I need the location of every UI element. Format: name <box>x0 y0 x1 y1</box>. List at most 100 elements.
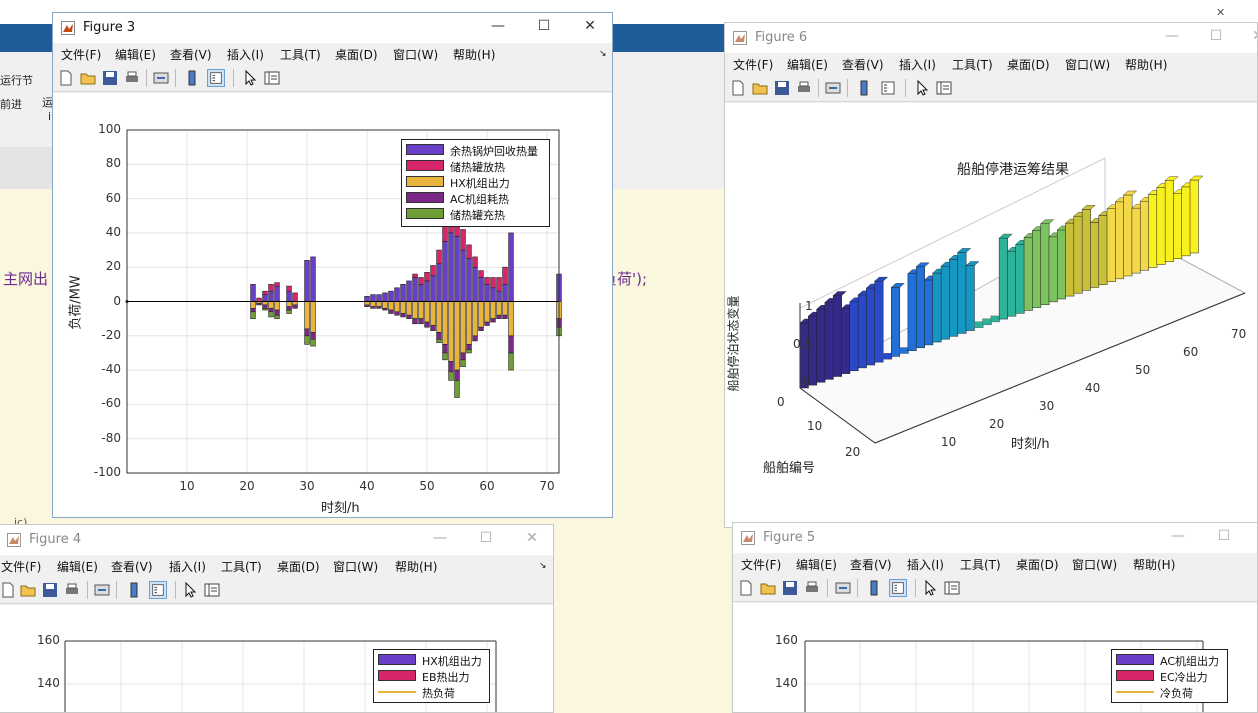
menu-file[interactable]: 文件(F) <box>733 56 773 73</box>
menu-desktop[interactable]: 桌面(D) <box>1007 56 1050 73</box>
menu-window[interactable]: 窗口(W) <box>1065 56 1110 73</box>
ribbon-run-section[interactable]: 运行节 <box>0 72 33 88</box>
figure5-window[interactable]: Figure 5 — ☐ 文件(F) 编辑(E) 查看(V) 插入(I) 工具(… <box>732 522 1258 713</box>
legend-entry[interactable]: HX机组出力 <box>378 653 493 668</box>
legend-entry[interactable]: 冷负荷 <box>1116 685 1231 700</box>
link-plot-icon[interactable] <box>834 579 852 597</box>
close-button[interactable]: ✕ <box>1243 28 1257 44</box>
open-folder-icon[interactable] <box>19 581 37 599</box>
figure6-titlebar[interactable]: Figure 6 — ☐ ✕ <box>725 23 1257 53</box>
menu-tools[interactable]: 工具(T) <box>952 56 993 73</box>
print-icon[interactable] <box>795 79 813 97</box>
menu-view[interactable]: 查看(V) <box>111 558 153 575</box>
link-plot-icon[interactable] <box>824 79 842 97</box>
legend-icon[interactable] <box>207 69 225 87</box>
print-icon[interactable] <box>63 581 81 599</box>
colorbar-icon[interactable] <box>865 579 883 597</box>
legend-icon[interactable] <box>149 581 167 599</box>
legend-entry[interactable]: 热负荷 <box>378 685 493 700</box>
maximize-button[interactable]: ☐ <box>1209 528 1239 544</box>
open-folder-icon[interactable] <box>751 79 769 97</box>
legend-entry[interactable]: 储热罐充热 <box>406 207 553 222</box>
menu-help[interactable]: 帮助(H) <box>1125 56 1167 73</box>
menu-edit[interactable]: 编辑(E) <box>787 56 828 73</box>
print-icon[interactable] <box>803 579 821 597</box>
legend-entry[interactable]: AC机组耗热 <box>406 191 553 206</box>
colorbar-icon[interactable] <box>183 69 201 87</box>
menu-view[interactable]: 查看(V) <box>170 46 212 63</box>
property-editor-icon[interactable] <box>943 579 961 597</box>
property-editor-icon[interactable] <box>203 581 221 599</box>
save-icon[interactable] <box>41 581 59 599</box>
menu-tools[interactable]: 工具(T) <box>960 556 1001 573</box>
menu-window[interactable]: 窗口(W) <box>333 558 378 575</box>
figure3-titlebar[interactable]: Figure 3 — ☐ ✕ <box>53 13 612 43</box>
chart-legend[interactable]: 余热锅炉回收热量 储热罐放热 HX机组出力 AC机组耗热 储热罐充热 <box>401 139 550 227</box>
menu-desktop[interactable]: 桌面(D) <box>1016 556 1059 573</box>
open-folder-icon[interactable] <box>759 579 777 597</box>
menu-desktop[interactable]: 桌面(D) <box>277 558 320 575</box>
maximize-button[interactable]: ☐ <box>529 18 559 34</box>
chart-legend[interactable]: HX机组出力 EB热出力 热负荷 <box>373 649 490 703</box>
menu-view[interactable]: 查看(V) <box>842 56 884 73</box>
pointer-arrow-icon[interactable] <box>913 79 931 97</box>
minimize-button[interactable]: — <box>1163 528 1193 544</box>
save-icon[interactable] <box>101 69 119 87</box>
close-button[interactable]: ✕ <box>517 530 547 546</box>
save-icon[interactable] <box>781 579 799 597</box>
figure3-window[interactable]: Figure 3 — ☐ ✕ 文件(F) 编辑(E) 查看(V) 插入(I) 工… <box>52 12 613 518</box>
menu-tools[interactable]: 工具(T) <box>280 46 321 63</box>
menu-file[interactable]: 文件(F) <box>741 556 781 573</box>
figure4-window[interactable]: Figure 4 — ☐ ✕ 文件(F) 编辑(E) 查看(V) 插入(I) 工… <box>0 524 554 713</box>
figure4-titlebar[interactable]: Figure 4 — ☐ ✕ <box>0 525 553 555</box>
maximize-button[interactable]: ☐ <box>471 530 501 546</box>
pointer-arrow-icon[interactable] <box>921 579 939 597</box>
menubar-expand-icon[interactable]: ↘ <box>599 49 607 59</box>
pointer-arrow-icon[interactable] <box>241 69 259 87</box>
menu-insert[interactable]: 插入(I) <box>227 46 264 63</box>
minimize-button[interactable]: — <box>425 530 455 546</box>
new-figure-icon[interactable] <box>57 69 75 87</box>
menu-edit[interactable]: 编辑(E) <box>115 46 156 63</box>
pointer-arrow-icon[interactable] <box>181 581 199 599</box>
figure5-titlebar[interactable]: Figure 5 — ☐ <box>733 523 1257 553</box>
close-button[interactable]: ✕ <box>575 18 605 34</box>
property-editor-icon[interactable] <box>263 69 281 87</box>
desktop-close-icon[interactable]: ✕ <box>1216 6 1225 19</box>
menu-file[interactable]: 文件(F) <box>61 46 101 63</box>
menu-window[interactable]: 窗口(W) <box>1072 556 1117 573</box>
legend-entry[interactable]: 储热罐放热 <box>406 159 553 174</box>
print-icon[interactable] <box>123 69 141 87</box>
link-plot-icon[interactable] <box>152 69 170 87</box>
menu-help[interactable]: 帮助(H) <box>453 46 495 63</box>
colorbar-icon[interactable] <box>125 581 143 599</box>
colorbar-icon[interactable] <box>855 79 873 97</box>
legend-entry[interactable]: HX机组出力 <box>406 175 553 190</box>
minimize-button[interactable]: — <box>483 18 513 34</box>
menu-help[interactable]: 帮助(H) <box>395 558 437 575</box>
menu-edit[interactable]: 编辑(E) <box>57 558 98 575</box>
new-figure-icon[interactable] <box>729 79 747 97</box>
menu-file[interactable]: 文件(F) <box>1 558 41 575</box>
menu-help[interactable]: 帮助(H) <box>1133 556 1175 573</box>
new-figure-icon[interactable] <box>737 579 755 597</box>
menubar-expand-icon[interactable]: ↘ <box>539 561 547 571</box>
chart-legend[interactable]: AC机组出力 EC冷出力 冷负荷 <box>1111 649 1228 703</box>
legend-entry[interactable]: EB热出力 <box>378 669 493 684</box>
legend-icon[interactable] <box>889 579 907 597</box>
legend-icon[interactable] <box>879 79 897 97</box>
figure6-window[interactable]: Figure 6 — ☐ ✕ 文件(F) 编辑(E) 查看(V) 插入(I) 工… <box>724 22 1258 528</box>
menu-desktop[interactable]: 桌面(D) <box>335 46 378 63</box>
menu-tools[interactable]: 工具(T) <box>221 558 262 575</box>
menu-insert[interactable]: 插入(I) <box>899 56 936 73</box>
menu-window[interactable]: 窗口(W) <box>393 46 438 63</box>
minimize-button[interactable]: — <box>1157 28 1187 44</box>
open-folder-icon[interactable] <box>79 69 97 87</box>
menu-insert[interactable]: 插入(I) <box>907 556 944 573</box>
legend-entry[interactable]: AC机组出力 <box>1116 653 1231 668</box>
legend-entry[interactable]: EC冷出力 <box>1116 669 1231 684</box>
menu-edit[interactable]: 编辑(E) <box>796 556 837 573</box>
maximize-button[interactable]: ☐ <box>1201 28 1231 44</box>
menu-insert[interactable]: 插入(I) <box>169 558 206 575</box>
property-editor-icon[interactable] <box>935 79 953 97</box>
